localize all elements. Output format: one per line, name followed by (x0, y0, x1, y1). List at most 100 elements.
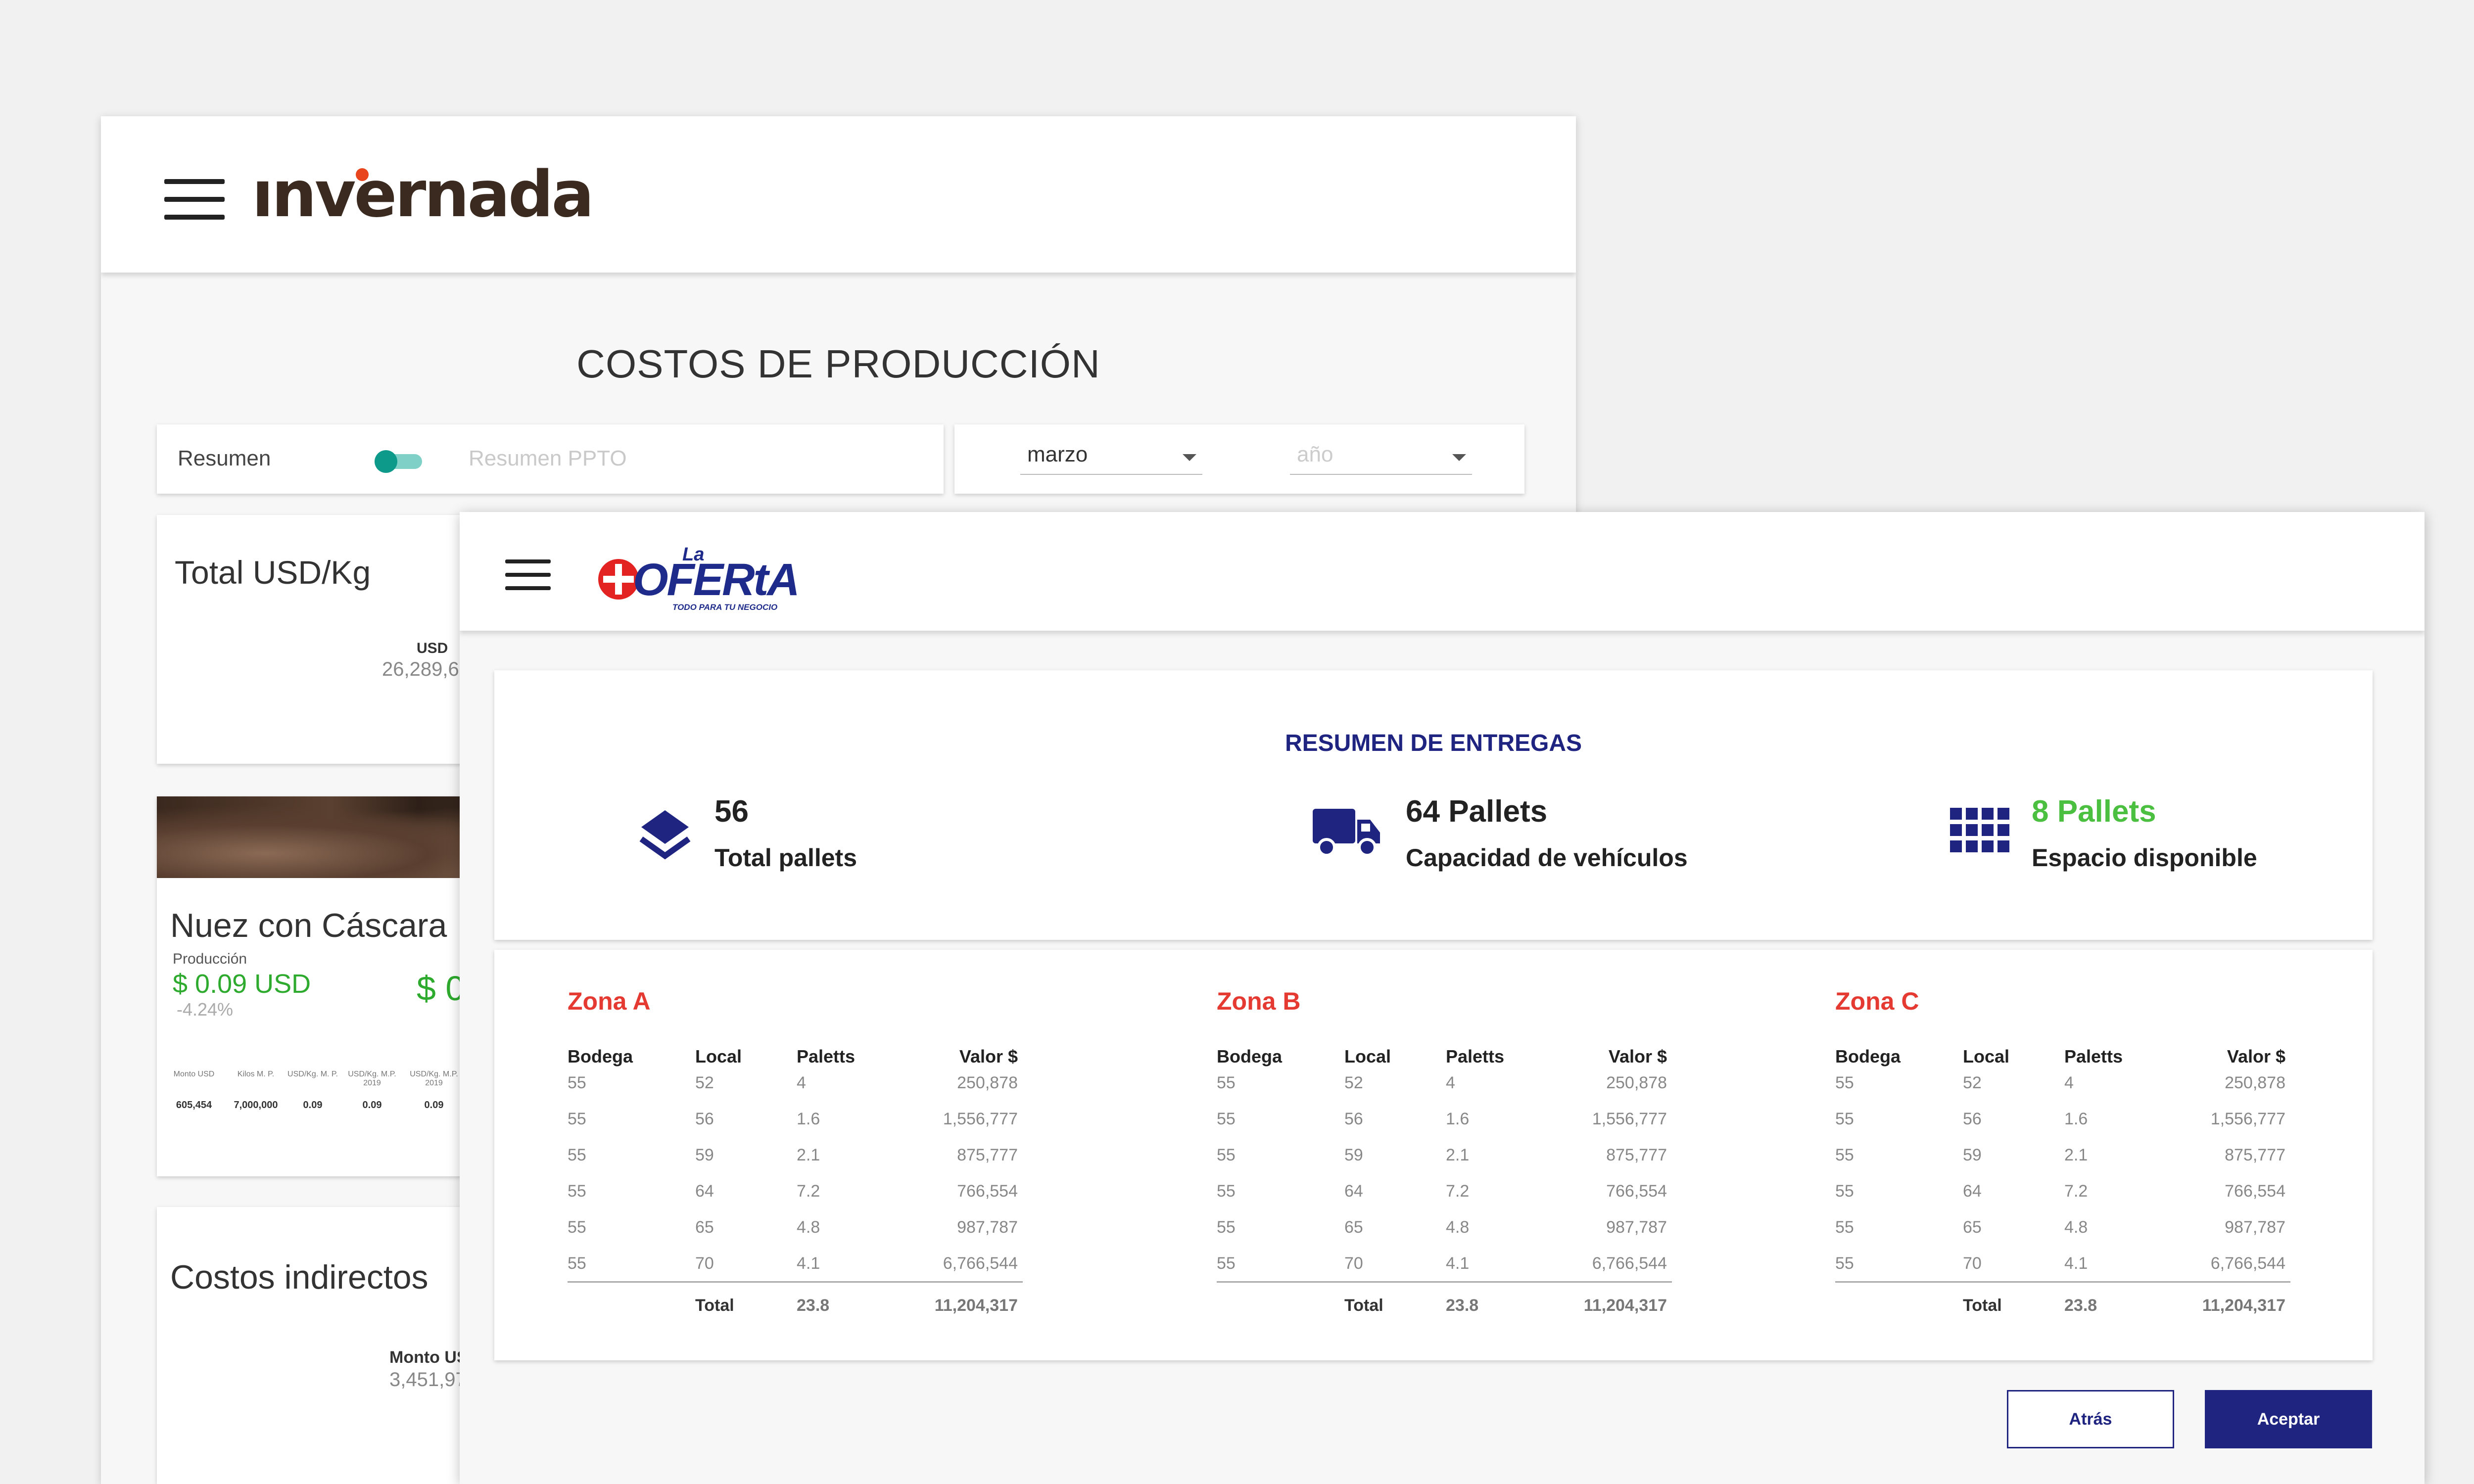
year-select[interactable]: año (1290, 439, 1472, 475)
monto-label: Monto US (389, 1348, 468, 1367)
total-valor: 11,204,317 (2202, 1296, 2285, 1315)
table-row: 55 70 4.1 6,766,544 (1217, 1254, 1672, 1284)
table-cell: 987,787 (2225, 1218, 2285, 1237)
stat-value: 56 (714, 794, 749, 829)
table-cell: 55 (568, 1110, 586, 1128)
table-cell: 55 (568, 1182, 586, 1201)
table-cell: 65 (1344, 1218, 1363, 1237)
zone-title: Zona A (568, 987, 651, 1015)
table-cell: 1,556,777 (943, 1110, 1018, 1128)
stat-label: Espacio disponible (2032, 844, 2257, 872)
invernada-logo: ınvernada (252, 158, 594, 232)
table-cell: 987,787 (1606, 1218, 1667, 1237)
column-header: Paletts (797, 1046, 856, 1067)
table-cell: 875,777 (957, 1146, 1018, 1164)
table-cell: 4.1 (797, 1254, 820, 1273)
table-cell: 2.1 (2064, 1146, 2088, 1164)
table-total-row: Total 23.8 11,204,317 (1217, 1296, 1672, 1326)
table-cell: 250,878 (1606, 1073, 1667, 1092)
mini-col-header: Kilos M. P. (237, 1070, 275, 1078)
table-row: 55 56 1.6 1,556,777 (1835, 1110, 2290, 1139)
table-cell: 52 (695, 1073, 714, 1092)
table-cell: 6,766,544 (943, 1254, 1018, 1273)
chevron-down-icon (1452, 454, 1466, 461)
column-header: Bodega (1835, 1046, 1901, 1067)
table-cell: 55 (568, 1218, 586, 1237)
mini-col-value: 605,454 (176, 1100, 212, 1111)
total-label: Total (1963, 1296, 2002, 1315)
monto-value: 3,451,97 (389, 1369, 467, 1391)
table-cell: 875,777 (1606, 1146, 1667, 1164)
table-cell: 875,777 (2225, 1146, 2285, 1164)
la-oferta-logo: La OFERtA TODO PARA TU NEGOCIO (598, 544, 806, 613)
table-cell: 4.1 (2064, 1254, 2088, 1273)
table-row: 55 70 4.1 6,766,544 (1835, 1254, 2290, 1284)
back-button[interactable]: Atrás (2007, 1390, 2174, 1448)
zone-table: Zona B Bodega Local Paletts Valor $ 55 52 4 250,… (1217, 950, 1712, 1360)
menu-icon[interactable] (505, 559, 551, 590)
resumen-toggle[interactable] (375, 450, 422, 473)
total-label: Total (1344, 1296, 1383, 1315)
table-header: Bodega Local Paletts Valor $ (1835, 1046, 2290, 1076)
divider (1835, 1281, 2290, 1283)
table-cell: 70 (695, 1254, 714, 1273)
mini-col: Monto USD 605,454 (167, 1070, 221, 1111)
month-select[interactable]: marzo (1020, 439, 1202, 475)
date-filter-bar: marzo año (954, 424, 1524, 494)
total-paletts: 23.8 (1446, 1296, 1479, 1315)
table-cell: 55 (1217, 1073, 1236, 1092)
column-header: Bodega (1217, 1046, 1283, 1067)
resumen-label: Resumen (178, 446, 271, 470)
invernada-header: ınvernada (101, 116, 1576, 273)
mini-col: USD/Kg. M.P. 2019 0.09 (345, 1070, 399, 1111)
total-paletts: 23.8 (797, 1296, 830, 1315)
column-header: Valor $ (1608, 1046, 1667, 1067)
table-row: 55 59 2.1 875,777 (1217, 1146, 1672, 1175)
logo-dot (356, 168, 369, 181)
resumen-ppto-label: Resumen PPTO (469, 446, 627, 470)
mini-col-header: USD/Kg. M. P. (287, 1070, 338, 1078)
table-cell: 55 (568, 1073, 586, 1092)
table-cell: 1,556,777 (2210, 1110, 2285, 1128)
table-row: 55 70 4.1 6,766,544 (568, 1254, 1023, 1284)
table-cell: 4.1 (1446, 1254, 1470, 1273)
table-cell: 55 (568, 1254, 586, 1273)
table-header: Bodega Local Paletts Valor $ (568, 1046, 1023, 1076)
zones-card: Zona A Bodega Local Paletts Valor $ 55 52 4 250,… (494, 950, 2373, 1360)
total-valor: 11,204,317 (934, 1296, 1018, 1315)
table-cell: 766,554 (1606, 1182, 1667, 1201)
card-title: Total USD/Kg (175, 554, 371, 591)
la-oferta-header: La OFERtA TODO PARA TU NEGOCIO (460, 512, 2425, 631)
table-cell: 6,766,544 (1592, 1254, 1667, 1273)
column-header: Local (1344, 1046, 1391, 1067)
logo-tagline: TODO PARA TU NEGOCIO (672, 603, 778, 612)
table-cell: 55 (1217, 1218, 1236, 1237)
mini-col-value: 0.09 (303, 1100, 323, 1111)
mini-col-value: 7,000,000 (234, 1100, 278, 1111)
delivery-summary-card: RESUMEN DE ENTREGAS 56 Total pallets 64 … (494, 670, 2373, 940)
table-row: 55 52 4 250,878 (1217, 1073, 1672, 1103)
table-row: 55 64 7.2 766,554 (568, 1182, 1023, 1211)
table-cell: 766,554 (2225, 1182, 2285, 1201)
table-cell: 4.8 (1446, 1218, 1470, 1237)
grid-icon (1950, 808, 2009, 852)
table-cell: 56 (695, 1110, 714, 1128)
table-cell: 55 (1217, 1146, 1236, 1164)
column-header: Valor $ (2227, 1046, 2285, 1067)
produccion-value: $ 0.09 USD (173, 969, 311, 999)
table-cell: 55 (1217, 1182, 1236, 1201)
change-percent: -4.24% (177, 999, 234, 1020)
accept-button[interactable]: Aceptar (2205, 1390, 2372, 1448)
stat-value: 8 Pallets (2032, 794, 2156, 829)
table-cell: 7.2 (2064, 1182, 2088, 1201)
month-select-value: marzo (1027, 442, 1088, 466)
column-header: Local (1963, 1046, 2010, 1067)
table-cell: 4 (1446, 1073, 1455, 1092)
column-header: Local (695, 1046, 742, 1067)
table-cell: 70 (1344, 1254, 1363, 1273)
table-cell: 55 (1835, 1182, 1854, 1201)
menu-icon[interactable] (164, 179, 225, 220)
table-cell: 1,556,777 (1592, 1110, 1667, 1128)
table-cell: 2.1 (1446, 1146, 1470, 1164)
chevron-down-icon (1183, 454, 1196, 461)
